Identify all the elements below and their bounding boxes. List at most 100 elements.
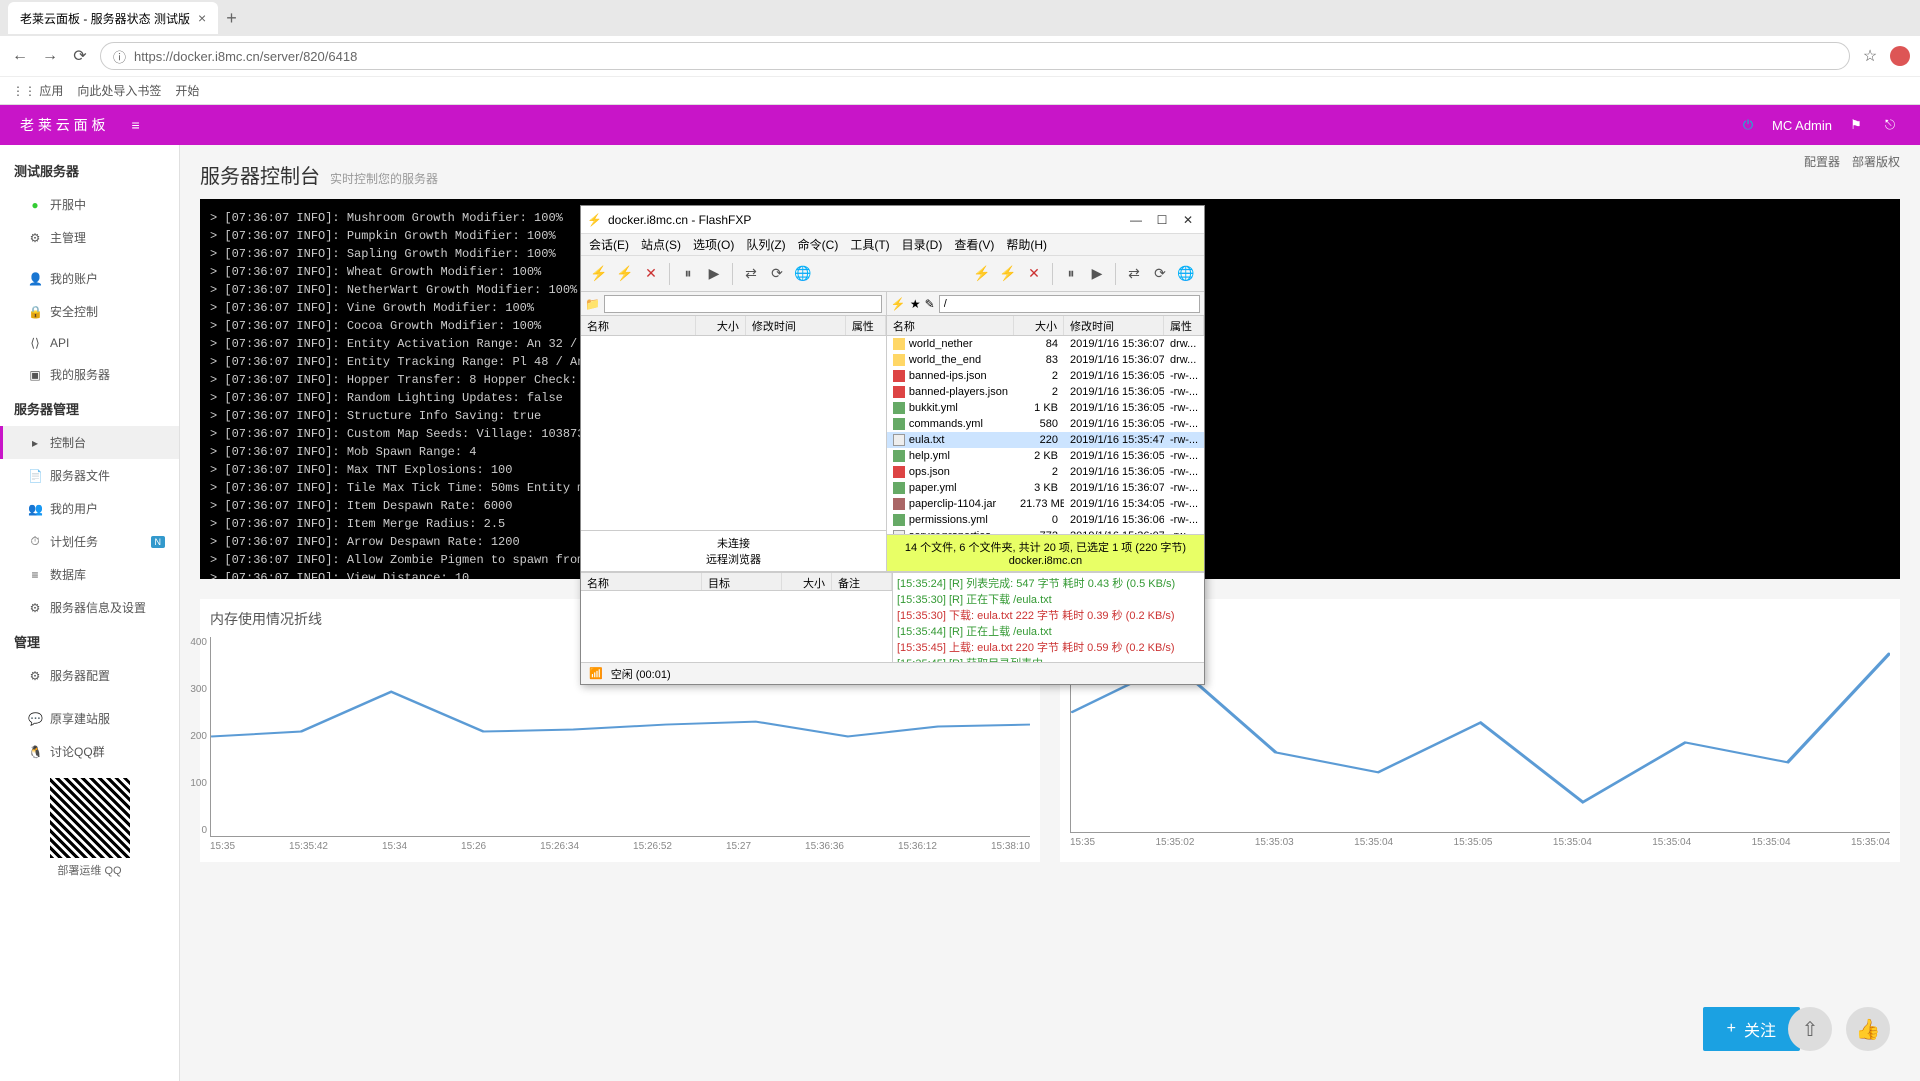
file-row[interactable]: ops.json 2 2019/1/16 15:36:05 -rw-... xyxy=(887,464,1204,480)
sidebar-item-settings[interactable]: ⚙服务器信息及设置 xyxy=(0,591,179,624)
file-row[interactable]: banned-ips.json 2 2019/1/16 15:36:05 -rw… xyxy=(887,368,1204,384)
abort-icon[interactable]: ✕ xyxy=(639,262,663,286)
file-row[interactable]: world_the_end 83 2019/1/16 15:36:07 drw.… xyxy=(887,352,1204,368)
file-row[interactable]: bukkit.yml 1 KB 2019/1/16 15:36:05 -rw-.… xyxy=(887,400,1204,416)
menu-item[interactable]: 工具(T) xyxy=(850,236,889,253)
menu-icon[interactable]: ≡ xyxy=(126,115,146,135)
profile-icon[interactable] xyxy=(1890,46,1910,66)
share-button[interactable]: ⇧ xyxy=(1788,1007,1832,1051)
disconnect-icon[interactable]: ⚡ xyxy=(613,262,637,286)
menu-item[interactable]: 查看(V) xyxy=(954,236,994,253)
reload-button[interactable]: ⟳ xyxy=(70,46,90,66)
file-row[interactable]: banned-players.json 2 2019/1/16 15:36:05… xyxy=(887,384,1204,400)
folder-icon xyxy=(893,338,905,350)
bookmark-start[interactable]: 开始 xyxy=(175,82,199,99)
like-button[interactable]: 👍 xyxy=(1846,1007,1890,1051)
col-attr[interactable]: 属性 xyxy=(846,316,886,335)
sidebar-item-running[interactable]: ●开服中 xyxy=(0,188,179,221)
star-icon[interactable]: ☆ xyxy=(1860,46,1880,66)
file-row[interactable]: world_nether 84 2019/1/16 15:36:07 drw..… xyxy=(887,336,1204,352)
refresh-icon[interactable]: ⟳ xyxy=(1148,262,1172,286)
menu-item[interactable]: 选项(O) xyxy=(693,236,734,253)
back-button[interactable]: ← xyxy=(10,46,30,66)
col-attr[interactable]: 属性 xyxy=(1164,316,1204,335)
apps-button[interactable]: ⋮⋮ 应用 xyxy=(12,82,63,99)
close-icon[interactable]: × xyxy=(198,10,206,26)
maximize-button[interactable]: ☐ xyxy=(1152,213,1172,227)
lightning-icon[interactable]: ⚡ xyxy=(891,297,906,311)
sidebar-item-servers[interactable]: ▣我的服务器 xyxy=(0,358,179,391)
abort-icon[interactable]: ✕ xyxy=(1022,262,1046,286)
forward-button[interactable]: → xyxy=(40,46,60,66)
col-date[interactable]: 修改时间 xyxy=(1064,316,1164,335)
sidebar-item-users[interactable]: 👥我的用户 xyxy=(0,492,179,525)
refresh-icon[interactable]: ⟳ xyxy=(765,262,789,286)
wand-icon[interactable]: ✎ xyxy=(925,297,935,311)
menu-item[interactable]: 队列(Z) xyxy=(746,236,785,253)
transfer-icon[interactable]: ⇄ xyxy=(739,262,763,286)
follow-button[interactable]: +关注 xyxy=(1703,1007,1800,1051)
local-path-input[interactable] xyxy=(604,295,882,313)
file-row[interactable]: eula.txt 220 2019/1/16 15:35:47 -rw-... xyxy=(887,432,1204,448)
notify-icon[interactable]: ⚑ xyxy=(1846,115,1866,135)
minimize-button[interactable]: — xyxy=(1126,213,1146,227)
lock-icon: 🔒 xyxy=(28,305,42,319)
tab-deploy[interactable]: 部署版权 xyxy=(1852,153,1900,170)
sidebar-item-security[interactable]: 🔒安全控制 xyxy=(0,295,179,328)
play-icon[interactable]: ▶ xyxy=(1085,262,1109,286)
remote-path-bar: ⚡ ★ ✎ xyxy=(887,292,1204,316)
col-size[interactable]: 大小 xyxy=(1014,316,1064,335)
sidebar-item-schedule[interactable]: ⏱计划任务N xyxy=(0,525,179,558)
transfer-icon[interactable]: ⇄ xyxy=(1122,262,1146,286)
close-button[interactable]: ✕ xyxy=(1178,213,1198,227)
queue-list[interactable] xyxy=(581,591,892,662)
new-tab-button[interactable]: + xyxy=(226,8,237,29)
sidebar-footer-1[interactable]: 💬原享建站服 xyxy=(0,702,179,735)
file-row[interactable]: commands.yml 580 2019/1/16 15:36:05 -rw-… xyxy=(887,416,1204,432)
url-bar[interactable]: ⓘ https://docker.i8mc.cn/server/820/6418 xyxy=(100,42,1850,70)
star-icon[interactable]: ★ xyxy=(910,297,921,311)
globe-icon[interactable]: 🌐 xyxy=(1174,262,1198,286)
sidebar-item-config[interactable]: ⚙服务器配置 xyxy=(0,659,179,692)
col-size[interactable]: 大小 xyxy=(696,316,746,335)
sidebar-item-api[interactable]: ⟨⟩API xyxy=(0,328,179,358)
pause-icon[interactable]: ⏸ xyxy=(676,262,700,286)
col-name[interactable]: 名称 xyxy=(581,316,696,335)
connect-icon[interactable]: ⚡ xyxy=(970,262,994,286)
remote-file-list[interactable]: world_nether 84 2019/1/16 15:36:07 drw..… xyxy=(887,336,1204,534)
menu-item[interactable]: 命令(C) xyxy=(798,236,839,253)
menu-item[interactable]: 会话(E) xyxy=(589,236,629,253)
remote-pane: ⚡ ★ ✎ 名称 大小 修改时间 属性 world_nether 84 2019… xyxy=(887,292,1204,571)
sidebar-item-database[interactable]: ≡数据库 xyxy=(0,558,179,591)
browser-tab[interactable]: 老莱云面板 - 服务器状态 测试版 × xyxy=(8,2,218,34)
file-row[interactable]: permissions.yml 0 2019/1/16 15:36:06 -rw… xyxy=(887,512,1204,528)
sidebar-footer-2[interactable]: 🐧讨论QQ群 xyxy=(0,735,179,768)
tab-config[interactable]: 配置器 xyxy=(1804,153,1840,170)
col-date[interactable]: 修改时间 xyxy=(746,316,846,335)
sidebar-item-files[interactable]: 📄服务器文件 xyxy=(0,459,179,492)
menu-item[interactable]: 帮助(H) xyxy=(1006,236,1047,253)
queue-area: 名称 目标 大小 备注 [15:35:24] [R] 列表完成: 547 字节 … xyxy=(581,572,1204,662)
disconnect-icon[interactable]: ⚡ xyxy=(996,262,1020,286)
window-titlebar[interactable]: ⚡ docker.i8mc.cn - FlashFXP — ☐ ✕ xyxy=(581,206,1204,234)
remote-path-input[interactable] xyxy=(939,295,1200,313)
file-row[interactable]: paper.yml 3 KB 2019/1/16 15:36:07 -rw-..… xyxy=(887,480,1204,496)
file-row[interactable]: paperclip-1104.jar 21.73 MB 2019/1/16 15… xyxy=(887,496,1204,512)
play-icon[interactable]: ▶ xyxy=(702,262,726,286)
logout-icon[interactable]: ⎋ xyxy=(1880,115,1900,135)
power-icon[interactable]: ⏻ xyxy=(1738,115,1758,135)
menu-item[interactable]: 目录(D) xyxy=(902,236,943,253)
sidebar-item-manage[interactable]: ⚙主管理 xyxy=(0,221,179,254)
qr-caption: 部署运维 QQ xyxy=(10,862,169,878)
col-name[interactable]: 名称 xyxy=(887,316,1014,335)
menu-item[interactable]: 站点(S) xyxy=(641,236,681,253)
sidebar-item-account[interactable]: 👤我的账户 xyxy=(0,262,179,295)
folder-icon[interactable]: 📁 xyxy=(585,297,600,311)
transfer-log[interactable]: [15:35:24] [R] 列表完成: 547 字节 耗时 0.43 秒 (0… xyxy=(893,573,1204,662)
sidebar-item-console[interactable]: ▸控制台 xyxy=(0,426,179,459)
connect-icon[interactable]: ⚡ xyxy=(587,262,611,286)
local-file-list[interactable] xyxy=(581,336,886,530)
pause-icon[interactable]: ⏸ xyxy=(1059,262,1083,286)
file-row[interactable]: help.yml 2 KB 2019/1/16 15:36:05 -rw-... xyxy=(887,448,1204,464)
globe-icon[interactable]: 🌐 xyxy=(791,262,815,286)
